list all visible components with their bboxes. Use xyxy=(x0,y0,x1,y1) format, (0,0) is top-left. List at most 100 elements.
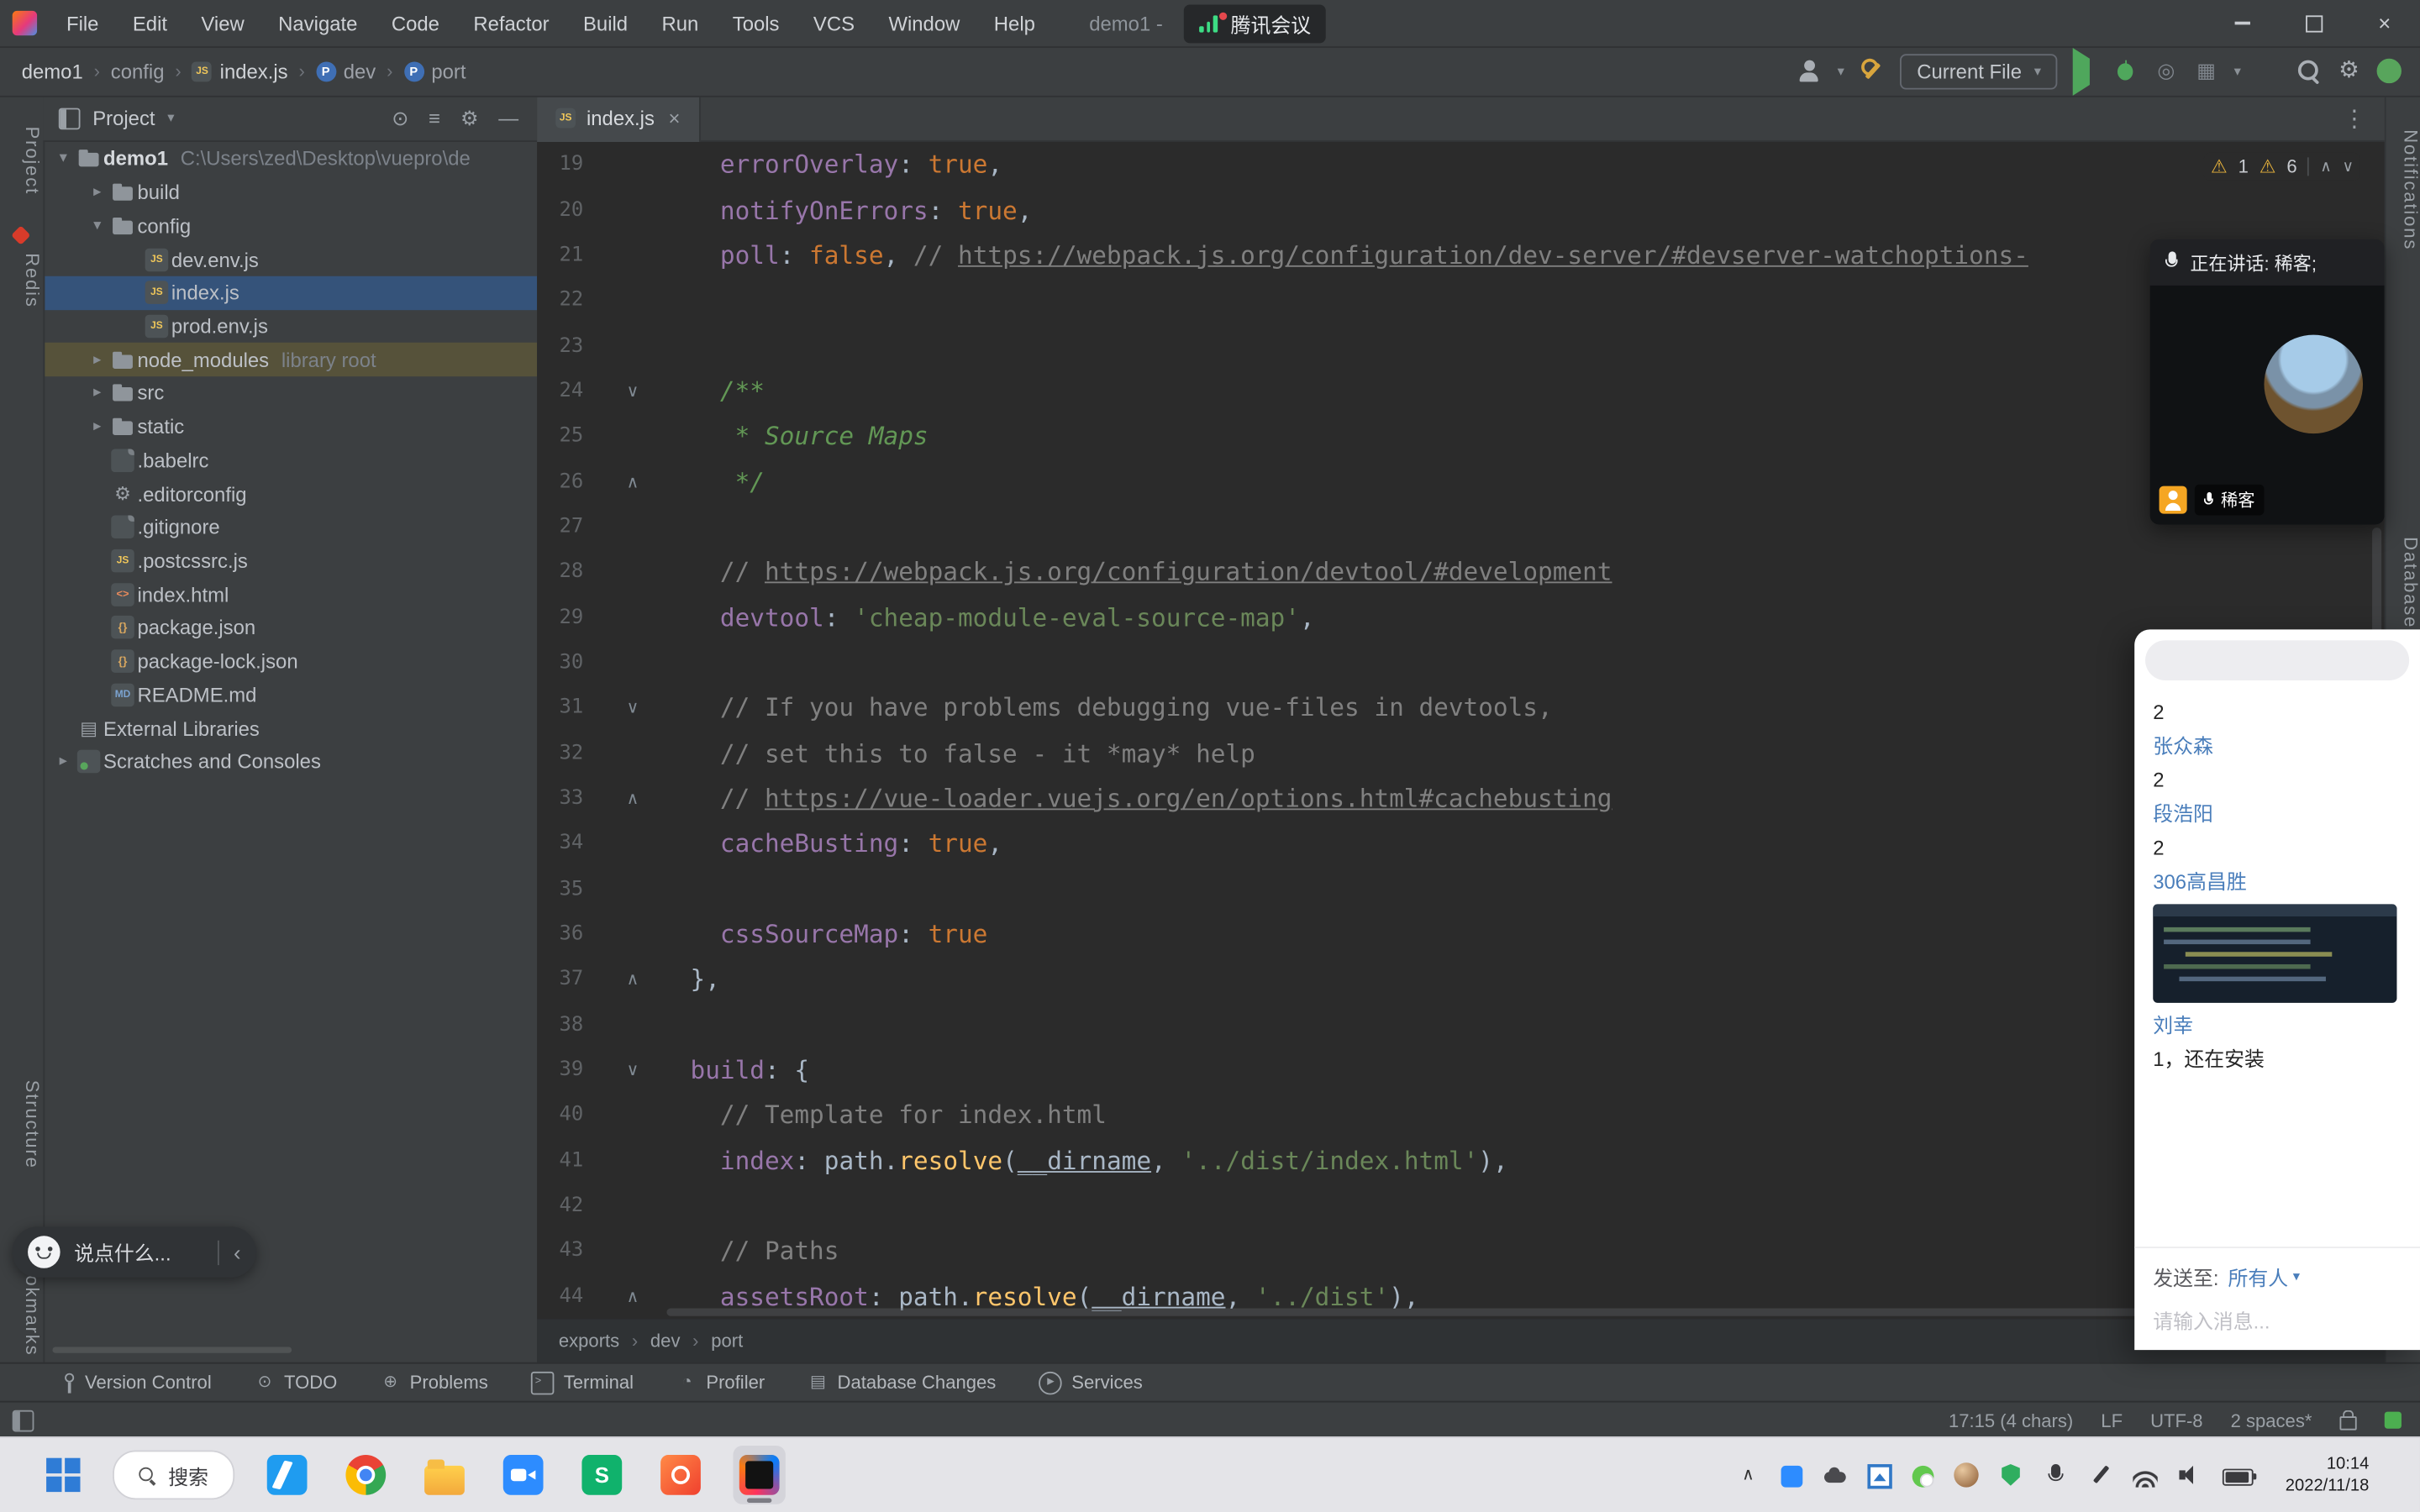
inspections-widget[interactable]: ⚠ 1 ⚠ 6 ∧ ∨ xyxy=(2204,152,2360,181)
tab-close-icon[interactable]: × xyxy=(668,107,680,130)
editor-horizontal-scrollbar[interactable] xyxy=(666,1308,2146,1316)
collapse-all-button[interactable]: ≡ xyxy=(429,106,440,130)
battery-tray-icon[interactable] xyxy=(2222,1468,2257,1486)
code-line[interactable]: 36 cssSourceMap: true xyxy=(537,911,2385,957)
tool-strip-structure[interactable]: Structure xyxy=(0,1080,44,1169)
menu-item-file[interactable]: File xyxy=(52,7,113,39)
code-line[interactable]: 43 // Paths xyxy=(537,1228,2385,1273)
taskbar-app-idea[interactable] xyxy=(733,1446,786,1504)
code-line[interactable]: 23 xyxy=(537,323,2385,369)
menu-item-help[interactable]: Help xyxy=(980,7,1049,39)
code-line[interactable]: 20 notifyOnErrors: true, xyxy=(537,187,2385,233)
user-account-icon[interactable] xyxy=(1797,59,1822,83)
editor-breadcrumb-dev[interactable]: dev xyxy=(650,1330,681,1352)
fold-marker-icon[interactable]: ∧ xyxy=(583,1286,660,1306)
tab-options-icon[interactable]: ⋮ xyxy=(2343,104,2385,132)
chat-sender-name[interactable]: 段浩阳 xyxy=(2153,799,2402,828)
code-line[interactable]: 30 xyxy=(537,640,2385,685)
editor-pane[interactable]: 19 errorOverlay: true, 20 notifyOnErrors:… xyxy=(537,141,2385,1320)
tree-chevron-icon[interactable]: ▸ xyxy=(52,753,74,770)
code-line[interactable]: 39 ∨ build: { xyxy=(537,1047,2385,1093)
breadcrumb-item-port[interactable]: Pport xyxy=(403,60,466,82)
code-line[interactable]: 29 devtool: 'cheap-module-eval-source-ma… xyxy=(537,595,2385,640)
profiler-grid-icon[interactable]: ▦ xyxy=(2194,59,2218,83)
code-line[interactable]: 35 xyxy=(537,866,2385,911)
tree-item-node_modules[interactable]: ▸ node_modules library root xyxy=(43,343,538,377)
build-wrench-icon[interactable] xyxy=(1860,59,1884,83)
tool-strip-redis[interactable]: Redis xyxy=(0,253,44,308)
toolwindow-button-profiler[interactable]: ◔ Profiler xyxy=(676,1372,765,1394)
expand-tray-icon[interactable]: ∧ xyxy=(1736,1462,1760,1487)
fold-marker-icon[interactable]: ∧ xyxy=(583,471,660,491)
debug-button[interactable] xyxy=(2113,59,2138,83)
chat-message-list[interactable]: 2 张众森 2 段浩阳 2 306高昌胜 刘幸 1，还在安装 xyxy=(2134,680,2420,1247)
code-line[interactable]: 19 errorOverlay: true, xyxy=(537,142,2385,187)
tree-item-build[interactable]: ▸ build xyxy=(43,176,537,209)
tree-item-prod.env.js[interactable]: prod.env.js xyxy=(43,309,537,343)
tool-strip-database[interactable]: Database xyxy=(2386,537,2420,628)
search-everywhere-button[interactable] xyxy=(2296,59,2321,83)
run-configuration-select[interactable]: Current File ▾ xyxy=(1900,53,2059,89)
tree-item-demo1[interactable]: ▾ demo1 C:\Users\zed\Desktop\vuepro\de xyxy=(43,142,537,176)
menu-item-build[interactable]: Build xyxy=(569,7,641,39)
fold-marker-icon[interactable]: ∨ xyxy=(583,381,660,401)
code-line[interactable]: 42 xyxy=(537,1184,2385,1229)
menu-item-code[interactable]: Code xyxy=(377,7,453,39)
tree-item-dev.env.js[interactable]: dev.env.js xyxy=(43,243,537,276)
code-line[interactable]: 21 poll: false, // https://webpack.js.or… xyxy=(537,233,2385,278)
mic-tray-icon[interactable] xyxy=(2043,1462,2067,1487)
chat-toolbar[interactable] xyxy=(2145,640,2410,680)
status-green-icon[interactable] xyxy=(2384,1411,2402,1429)
tree-chevron-icon[interactable]: ▾ xyxy=(52,150,74,167)
menu-item-tools[interactable]: Tools xyxy=(718,7,793,39)
taskbar-app-chrome[interactable] xyxy=(339,1446,392,1504)
menu-item-run[interactable]: Run xyxy=(648,7,713,39)
code-line[interactable]: 25 * Source Maps xyxy=(537,413,2385,459)
tree-item-package-lock.json[interactable]: package-lock.json xyxy=(43,644,537,678)
chevron-down-icon[interactable]: ▾ xyxy=(167,109,174,126)
chat-input[interactable]: 请输入消息... xyxy=(2134,1298,2420,1350)
next-problem-icon[interactable]: ∨ xyxy=(2343,158,2354,175)
tree-item-config[interactable]: ▾ config xyxy=(43,209,537,243)
code-line[interactable]: 31 ∨ // If you have problems debugging vu… xyxy=(537,685,2385,731)
taskbar-app-shimo[interactable] xyxy=(576,1446,628,1504)
code-line[interactable]: 37 ∧ }, xyxy=(537,957,2385,1002)
security-tray-icon[interactable] xyxy=(2001,1464,2020,1486)
volume-tray-icon[interactable] xyxy=(2177,1462,2202,1487)
photos-tray-icon[interactable] xyxy=(1866,1463,1892,1488)
tree-item-ScratchesandConsoles[interactable]: ▸ Scratches and Consoles xyxy=(43,745,537,779)
settings-gear-icon[interactable]: ⚙ xyxy=(2337,58,2361,83)
code-line[interactable]: 33 ∧ // https://vue-loader.vuejs.org/en/o… xyxy=(537,776,2385,822)
toolwindow-button-todo[interactable]: ⊙ TODO xyxy=(255,1372,338,1394)
taskbar-app-vscode[interactable] xyxy=(260,1446,313,1504)
chat-image-thumbnail[interactable] xyxy=(2153,904,2397,1003)
line-ending-widget[interactable]: LF xyxy=(2101,1410,2123,1431)
code-line[interactable]: 26 ∧ */ xyxy=(537,459,2385,504)
caret-position-widget[interactable]: 17:15 (4 chars) xyxy=(1949,1410,2073,1431)
menu-item-vcs[interactable]: VCS xyxy=(799,7,868,39)
tree-item-.gitignore[interactable]: .gitignore xyxy=(43,511,537,544)
coverage-button[interactable]: ◎ xyxy=(2154,59,2178,83)
taskbar-app-meeting[interactable] xyxy=(497,1446,549,1504)
breadcrumb-item-demo1[interactable]: demo1 xyxy=(22,60,83,83)
chat-sender-name[interactable]: 刘幸 xyxy=(2153,1011,2402,1040)
chat-sender-name[interactable]: 张众森 xyxy=(2153,732,2402,761)
onedrive-tray-icon[interactable] xyxy=(1823,1462,1847,1487)
prev-problem-icon[interactable]: ∧ xyxy=(2320,158,2331,175)
project-tool-title[interactable]: Project xyxy=(92,107,155,130)
taskbar-search-box[interactable]: 搜索 xyxy=(113,1450,235,1500)
quick-chat-placeholder[interactable]: 说点什么... xyxy=(74,1237,204,1267)
editor-breadcrumb-exports[interactable]: exports xyxy=(559,1330,619,1352)
menu-item-view[interactable]: View xyxy=(187,7,258,39)
wechat-tray-icon[interactable] xyxy=(1912,1464,1933,1487)
tree-item-index.js[interactable]: index.js xyxy=(43,276,538,310)
tool-strip-notifications[interactable]: Notifications xyxy=(2386,129,2420,250)
emoji-face-icon[interactable] xyxy=(28,1236,60,1268)
code-line[interactable]: 28 // https://webpack.js.org/configurati… xyxy=(537,549,2385,595)
fold-marker-icon[interactable]: ∨ xyxy=(583,1060,660,1080)
tree-item-src[interactable]: ▸ src xyxy=(43,376,537,410)
menu-item-window[interactable]: Window xyxy=(875,7,974,39)
meeting-titlebar-widget[interactable]: 腾讯会议 xyxy=(1184,3,1327,43)
code-line[interactable]: 32 // set this to false - it *may* help xyxy=(537,731,2385,776)
avatar-tray-icon[interactable] xyxy=(1953,1462,1979,1488)
